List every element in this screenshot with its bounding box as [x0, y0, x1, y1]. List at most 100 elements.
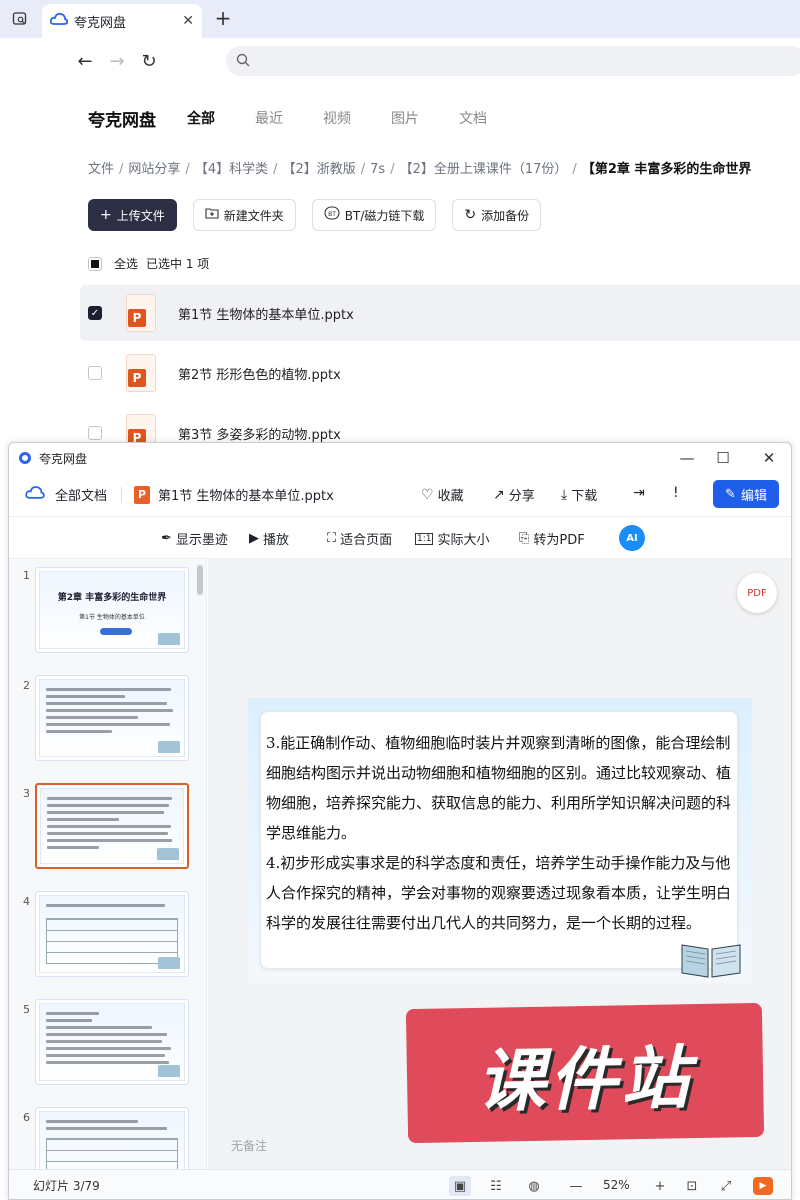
app-logo[interactable]: 夸克网盘	[88, 106, 156, 131]
breadcrumb-item[interactable]: 【2】全册上课课件（17份）	[400, 162, 568, 177]
slide-thumbnail[interactable]	[35, 1107, 189, 1169]
file-checkbox[interactable]: ✓	[88, 306, 102, 320]
back-button[interactable]: ←	[72, 48, 98, 74]
slide-thumbnail[interactable]	[35, 675, 189, 761]
breadcrumb: 文件 / 网站分享 / 【4】科学类 / 【2】浙教版/7s / 【2】全册上课课件（17份） /…	[88, 162, 752, 177]
file-checkbox[interactable]	[88, 366, 102, 380]
zoom-level: 52%	[603, 1178, 630, 1192]
folder-plus-icon	[205, 207, 219, 223]
play-button[interactable]: ▶ 播放	[249, 529, 289, 548]
pdf-convert-float-button[interactable]: PDF	[737, 573, 777, 613]
favorite-button[interactable]: ♡ 收藏	[421, 485, 464, 505]
bt-icon: BT	[324, 206, 340, 224]
fit-page-icon: ⛶	[327, 531, 337, 546]
add-backup-button[interactable]: ↻ 添加备份	[452, 199, 542, 231]
actual-size-button[interactable]: 1:1 实际大小	[415, 529, 490, 548]
actual-size-label: 实际大小	[437, 533, 490, 548]
slide-thumbnail-active[interactable]	[35, 783, 189, 869]
reload-button[interactable]: ↻	[136, 48, 162, 74]
share-button[interactable]: ↗ 分享	[493, 485, 535, 505]
fullscreen-icon[interactable]: ⤢	[715, 1176, 737, 1196]
tab-title: 夸克网盘	[74, 15, 127, 31]
current-slide: 3.能正确制作动、植物细胞临时装片并观察到清晰的图像，能合理绘制细胞结构图示并说…	[248, 698, 752, 983]
browser-tab[interactable]: 夸克网盘 ✕	[42, 4, 202, 38]
select-all-checkbox[interactable]	[88, 256, 102, 271]
slide-paragraph: 4.初步形成实事求是的科学态度和责任，培养学生动手操作能力及与他人合作探究的精神…	[266, 854, 732, 932]
maximize-icon[interactable]: ☐	[711, 447, 735, 469]
fit-screen-icon[interactable]: ⊡	[681, 1176, 703, 1196]
slideshow-play-icon[interactable]: ▶	[753, 1177, 773, 1195]
address-bar[interactable]	[226, 46, 800, 76]
divider	[121, 486, 123, 503]
breadcrumb-item[interactable]: 网站分享	[128, 162, 180, 177]
open-external-button[interactable]: ⇥	[633, 485, 649, 501]
breadcrumb-item[interactable]: 7s	[370, 162, 385, 177]
breadcrumb-item[interactable]: 【2】浙教版	[282, 162, 355, 177]
browser-nav-bar: ← → ↻	[0, 38, 800, 84]
action-bar: + 上传文件 新建文件夹 BT BT/磁力链下载 ↻ 添加备份	[88, 199, 557, 231]
all-docs-link[interactable]: 全部文档	[55, 485, 107, 504]
viewer-window-title: 夸克网盘	[39, 451, 88, 466]
edit-button[interactable]: ✎ 编辑	[713, 480, 779, 508]
grid-view-icon[interactable]: ☷	[485, 1176, 507, 1196]
new-tab-button[interactable]: +	[212, 6, 234, 30]
minimize-icon[interactable]: —	[675, 447, 699, 469]
nav-all[interactable]: 全部	[187, 108, 215, 128]
book-icon	[158, 741, 180, 753]
open-external-icon: ⇥	[633, 485, 645, 501]
language-globe-icon[interactable]: ◍	[523, 1176, 545, 1196]
breadcrumb-item[interactable]: 【4】科学类	[195, 162, 268, 177]
fit-page-button[interactable]: ⛶ 适合页面	[327, 529, 392, 548]
tab-close-icon[interactable]: ✕	[182, 13, 194, 29]
svg-text:BT: BT	[328, 211, 336, 218]
thumbnail-number: 4	[23, 895, 30, 908]
heart-icon: ♡	[421, 486, 434, 503]
file-checkbox[interactable]	[88, 426, 102, 440]
nav-docs[interactable]: 文档	[459, 108, 487, 128]
file-row[interactable]: P 第2节 形形色色的植物.pptx	[80, 345, 800, 401]
upload-button[interactable]: + 上传文件	[88, 199, 177, 231]
pptx-badge-icon: P	[134, 485, 151, 504]
nav-recent[interactable]: 最近	[255, 108, 283, 128]
forward-button[interactable]: →	[104, 48, 130, 74]
file-name[interactable]: 第2节 形形色色的植物.pptx	[178, 364, 341, 383]
file-name[interactable]: 第3节 多姿多彩的动物.pptx	[178, 424, 341, 443]
show-ink-button[interactable]: ✒ 显示墨迹	[161, 529, 228, 548]
share-icon: ↗	[493, 486, 505, 503]
zoom-out-icon[interactable]: —	[565, 1176, 587, 1196]
watermark-logo: 课件站	[405, 1002, 765, 1144]
cloud-icon	[49, 12, 69, 30]
select-all-label[interactable]: 全选	[114, 255, 138, 272]
pptx-file-icon: P	[126, 354, 156, 392]
bt-download-button[interactable]: BT BT/磁力链下载	[311, 199, 437, 231]
file-name[interactable]: 第1节 生物体的基本单位.pptx	[178, 304, 354, 323]
slide-thumbnail[interactable]	[35, 891, 189, 977]
slide-text: 3.能正确制作动、植物细胞临时装片并观察到清晰的图像，能合理绘制细胞结构图示并说…	[266, 728, 742, 938]
slide-counter: 幻灯片 3/79	[33, 1179, 100, 1193]
slide-thumbnail[interactable]	[35, 999, 189, 1085]
add-backup-label: 添加备份	[481, 208, 530, 223]
thumbnail-scrollbar[interactable]	[197, 565, 203, 595]
file-row[interactable]: ✓ P 第1节 生物体的基本单位.pptx	[80, 285, 800, 341]
download-icon: ⤓	[561, 486, 568, 503]
thumbnail-number: 2	[23, 679, 30, 692]
feedback-icon: !	[673, 485, 679, 501]
no-notes-label: 无备注	[231, 1139, 268, 1153]
normal-view-icon[interactable]: ▣	[449, 1176, 471, 1196]
slide-thumbnail[interactable]: 第2章 丰富多彩的生命世界 第1节 生物体的基本单位	[35, 567, 189, 653]
to-pdf-button[interactable]: ⎘ 转为PDF	[519, 529, 585, 548]
zoom-in-icon[interactable]: +	[649, 1176, 671, 1196]
tab-search-icon[interactable]	[6, 6, 34, 32]
breadcrumb-current: 【第2章 丰富多彩的生命世界	[581, 162, 752, 177]
new-folder-button[interactable]: 新建文件夹	[192, 199, 296, 231]
download-button[interactable]: ⤓ 下载	[561, 485, 597, 505]
thumbnail-number: 6	[23, 1111, 30, 1124]
show-ink-label: 显示墨迹	[175, 533, 228, 548]
nav-images[interactable]: 图片	[391, 108, 419, 128]
nav-video[interactable]: 视频	[323, 108, 351, 128]
close-icon[interactable]: ✕	[757, 447, 781, 469]
ai-assistant-icon[interactable]: AI	[619, 525, 645, 551]
share-label: 分享	[508, 489, 535, 504]
feedback-button[interactable]: !	[673, 485, 683, 501]
breadcrumb-item[interactable]: 文件	[88, 162, 114, 177]
